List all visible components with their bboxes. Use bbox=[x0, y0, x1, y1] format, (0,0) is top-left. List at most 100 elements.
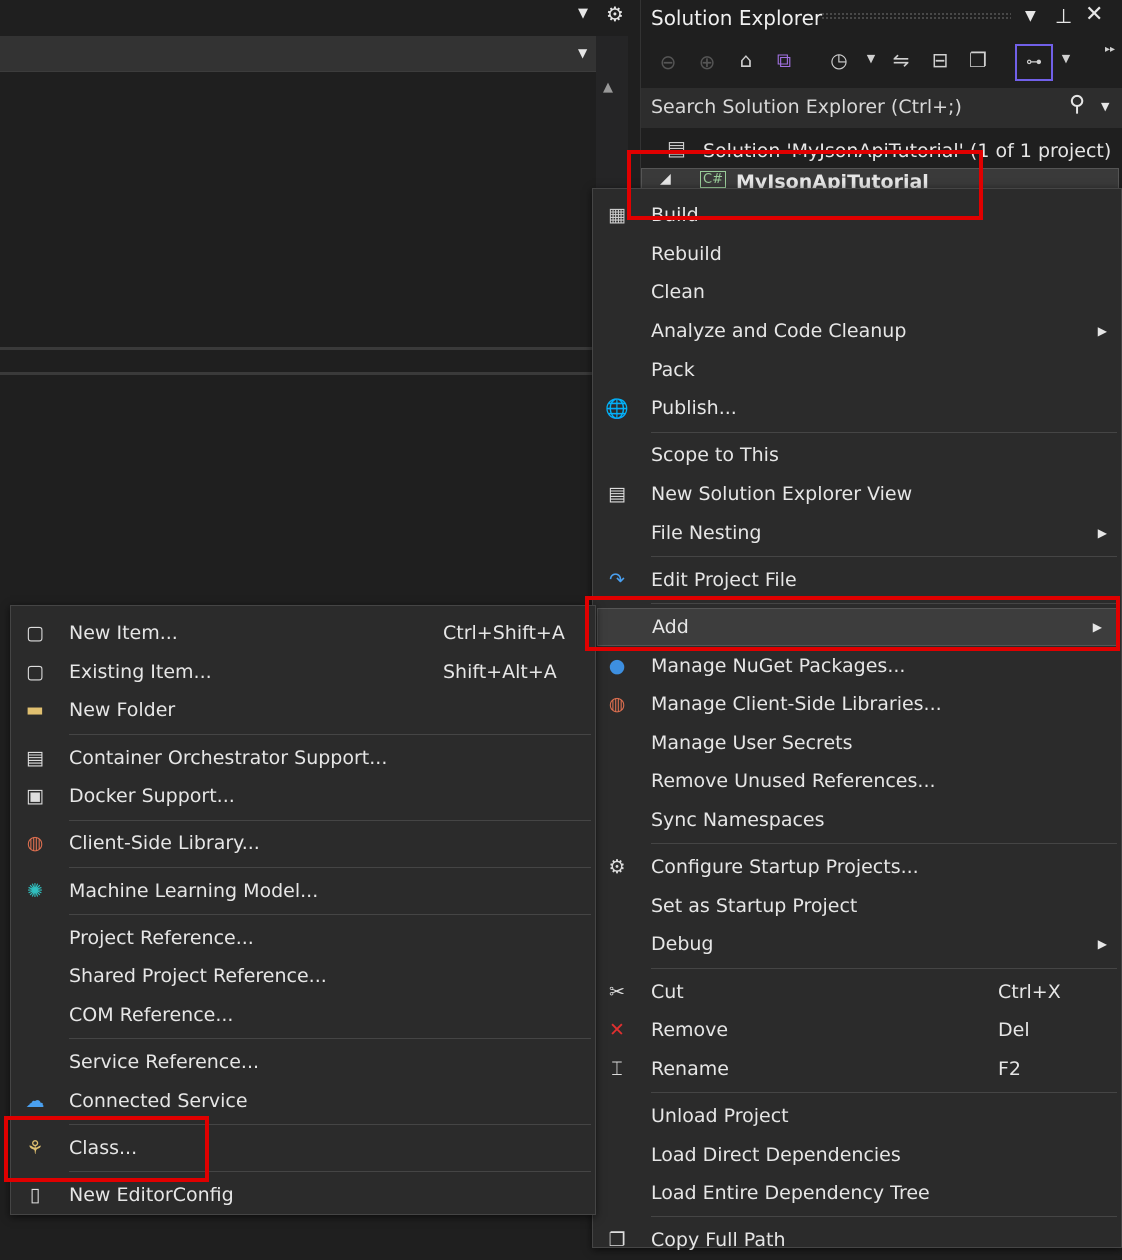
divider bbox=[0, 347, 596, 350]
menu-item-label: Remove Unused References... bbox=[651, 770, 936, 793]
menu-item-unload-project[interactable]: Unload Project bbox=[593, 1097, 1121, 1136]
chevron-down-icon: ▼ bbox=[578, 46, 588, 60]
search-input[interactable]: Search Solution Explorer (Ctrl+;) bbox=[641, 88, 1122, 128]
forward-icon[interactable]: ⊕ bbox=[692, 50, 722, 74]
menu-separator bbox=[11, 1034, 595, 1043]
menu-item-label: Client-Side Library... bbox=[69, 832, 260, 855]
dropdown-icon[interactable]: ▼ bbox=[1025, 8, 1036, 24]
chevron-down-icon[interactable]: ▼ bbox=[1101, 100, 1109, 113]
client-library-icon: ◍ bbox=[26, 832, 44, 855]
client-library-icon: ◍ bbox=[608, 693, 626, 716]
pending-changes-filter-icon[interactable]: ◷ bbox=[824, 48, 854, 72]
nuget-icon: ● bbox=[608, 654, 626, 677]
close-icon[interactable]: ✕ bbox=[1085, 2, 1103, 27]
vs-switch-views-icon[interactable]: ⧉ bbox=[769, 48, 799, 72]
menu-item-label: Load Entire Dependency Tree bbox=[651, 1182, 930, 1205]
shortcut-label: Ctrl+Shift+A bbox=[443, 622, 565, 645]
drag-grip[interactable] bbox=[821, 12, 1011, 20]
menu-item-label: Edit Project File bbox=[651, 568, 797, 591]
menu-item-scope-to-this[interactable]: Scope to This bbox=[593, 436, 1121, 475]
menu-item-container-orchestrator-support[interactable]: ▤ Container Orchestrator Support... bbox=[11, 738, 595, 777]
new-view-icon: ▤ bbox=[608, 483, 626, 506]
gear-icon[interactable]: ⚙ bbox=[606, 2, 624, 26]
new-folder-icon: ▬ bbox=[26, 699, 44, 722]
menu-item-edit-project-file[interactable]: ↷ Edit Project File bbox=[593, 561, 1121, 600]
overflow-icon[interactable]: ▸▸ bbox=[1095, 44, 1122, 55]
menu-item-label: Pack bbox=[651, 358, 695, 381]
submenu-arrow-icon: ▶ bbox=[1097, 937, 1107, 952]
menu-item-rename[interactable]: ⌶ Rename F2 bbox=[593, 1049, 1121, 1088]
back-icon[interactable]: ⊖ bbox=[653, 50, 683, 74]
menu-item-analyze-and-code-cleanup[interactable]: Analyze and Code Cleanup ▶ bbox=[593, 312, 1121, 351]
menu-item-project-reference[interactable]: Project Reference... bbox=[11, 919, 595, 958]
menu-item-file-nesting[interactable]: File Nesting ▶ bbox=[593, 513, 1121, 552]
menu-item-label: Load Direct Dependencies bbox=[651, 1143, 901, 1166]
menu-item-docker-support[interactable]: ▣ Docker Support... bbox=[11, 777, 595, 816]
show-all-files-icon[interactable]: ❐ bbox=[963, 48, 993, 72]
menu-item-machine-learning-model[interactable]: ✺ Machine Learning Model... bbox=[11, 871, 595, 910]
menu-separator bbox=[593, 1212, 1121, 1221]
docker-icon: ▣ bbox=[26, 785, 44, 808]
menu-item-label: Container Orchestrator Support... bbox=[69, 746, 388, 769]
project-context-menu: ▦ Build Rebuild Clean Analyze and Code Clean… bbox=[592, 188, 1122, 1251]
menu-item-clean[interactable]: Clean bbox=[593, 273, 1121, 312]
menu-item-label: COM Reference... bbox=[69, 1004, 234, 1027]
menu-item-manage-user-secrets[interactable]: Manage User Secrets bbox=[593, 724, 1121, 763]
menu-item-new-item[interactable]: ▢ New Item... Ctrl+Shift+A bbox=[11, 614, 595, 653]
menu-item-com-reference[interactable]: COM Reference... bbox=[11, 996, 595, 1035]
chevron-down-icon[interactable]: ▼ bbox=[1051, 52, 1081, 65]
scroll-up-icon[interactable]: ▲ bbox=[603, 80, 613, 95]
menu-item-set-as-startup-project[interactable]: Set as Startup Project bbox=[593, 886, 1121, 925]
menu-item-existing-item[interactable]: ▢ Existing Item... Shift+Alt+A bbox=[11, 653, 595, 692]
menu-item-copy-full-path[interactable]: ❐ Copy Full Path bbox=[593, 1221, 1121, 1260]
dropdown-arrow-icon[interactable]: ▼ bbox=[578, 6, 588, 21]
close-red-icon: ✕ bbox=[609, 1019, 625, 1042]
menu-item-label: Machine Learning Model... bbox=[69, 879, 319, 902]
menu-item-label: Debug bbox=[651, 933, 714, 956]
menu-item-new-solution-explorer-view[interactable]: ▤ New Solution Explorer View bbox=[593, 475, 1121, 514]
shortcut-label: Del bbox=[998, 1019, 1030, 1042]
menu-item-label: Cut bbox=[651, 980, 684, 1003]
properties-view-icon[interactable]: ⊶ bbox=[1015, 44, 1053, 81]
menu-separator bbox=[11, 730, 595, 739]
shortcut-label: Ctrl+X bbox=[998, 980, 1061, 1003]
search-icon[interactable]: ⚲ bbox=[1069, 92, 1085, 117]
menu-item-label: Remove bbox=[651, 1019, 729, 1042]
menu-item-load-entire-dependency-tree[interactable]: Load Entire Dependency Tree bbox=[593, 1174, 1121, 1213]
menu-item-shared-project-reference[interactable]: Shared Project Reference... bbox=[11, 957, 595, 996]
sync-icon[interactable]: ⇋ bbox=[886, 48, 916, 72]
globe-publish-icon: 🌐 bbox=[605, 397, 629, 420]
menu-item-label: Sync Namespaces bbox=[651, 808, 825, 831]
menu-item-manage-client-side-libraries[interactable]: ◍ Manage Client-Side Libraries... bbox=[593, 685, 1121, 724]
toolbar: ⊖ ⊕ ⌂ ⧉ ◷ ▼ ⇋ ⊟ ❐ ⊶ ▼ ▸▸ bbox=[641, 44, 1122, 84]
menu-item-label: Unload Project bbox=[651, 1104, 789, 1127]
shortcut-label: Shift+Alt+A bbox=[443, 660, 557, 683]
menu-item-debug[interactable]: Debug ▶ bbox=[593, 925, 1121, 964]
menu-item-rebuild[interactable]: Rebuild bbox=[593, 235, 1121, 274]
collapse-all-icon[interactable]: ⊟ bbox=[925, 48, 955, 72]
menu-item-publish[interactable]: 🌐 Publish... bbox=[593, 389, 1121, 428]
menu-item-remove[interactable]: ✕ Remove Del bbox=[593, 1011, 1121, 1050]
menu-item-sync-namespaces[interactable]: Sync Namespaces bbox=[593, 801, 1121, 840]
pin-icon[interactable]: ⊥ bbox=[1055, 4, 1072, 28]
chevron-down-icon[interactable]: ▼ bbox=[856, 52, 886, 65]
menu-item-new-folder[interactable]: ▬ New Folder bbox=[11, 691, 595, 730]
menu-item-label: Clean bbox=[651, 281, 705, 304]
connected-service-icon: ☁ bbox=[25, 1089, 45, 1112]
menu-item-remove-unused-references[interactable]: Remove Unused References... bbox=[593, 762, 1121, 801]
highlight-box-add bbox=[585, 596, 1120, 651]
menu-item-manage-nuget-packages[interactable]: ● Manage NuGet Packages... bbox=[593, 646, 1121, 685]
menu-item-label: New EditorConfig bbox=[69, 1184, 234, 1207]
menu-item-client-side-library[interactable]: ◍ Client-Side Library... bbox=[11, 824, 595, 863]
menu-item-pack[interactable]: Pack bbox=[593, 350, 1121, 389]
menu-item-configure-startup-projects[interactable]: ⚙ Configure Startup Projects... bbox=[593, 848, 1121, 887]
menu-separator bbox=[11, 910, 595, 919]
menu-item-service-reference[interactable]: Service Reference... bbox=[11, 1043, 595, 1082]
navigation-combo[interactable]: ▼ bbox=[0, 36, 596, 72]
menu-item-connected-service[interactable]: ☁ Connected Service bbox=[11, 1082, 595, 1121]
file-icon: ▯ bbox=[29, 1184, 41, 1207]
menu-item-label: Configure Startup Projects... bbox=[651, 856, 919, 879]
home-icon[interactable]: ⌂ bbox=[731, 48, 761, 72]
menu-item-cut[interactable]: ✂ Cut Ctrl+X bbox=[593, 972, 1121, 1011]
menu-item-load-direct-dependencies[interactable]: Load Direct Dependencies bbox=[593, 1135, 1121, 1174]
